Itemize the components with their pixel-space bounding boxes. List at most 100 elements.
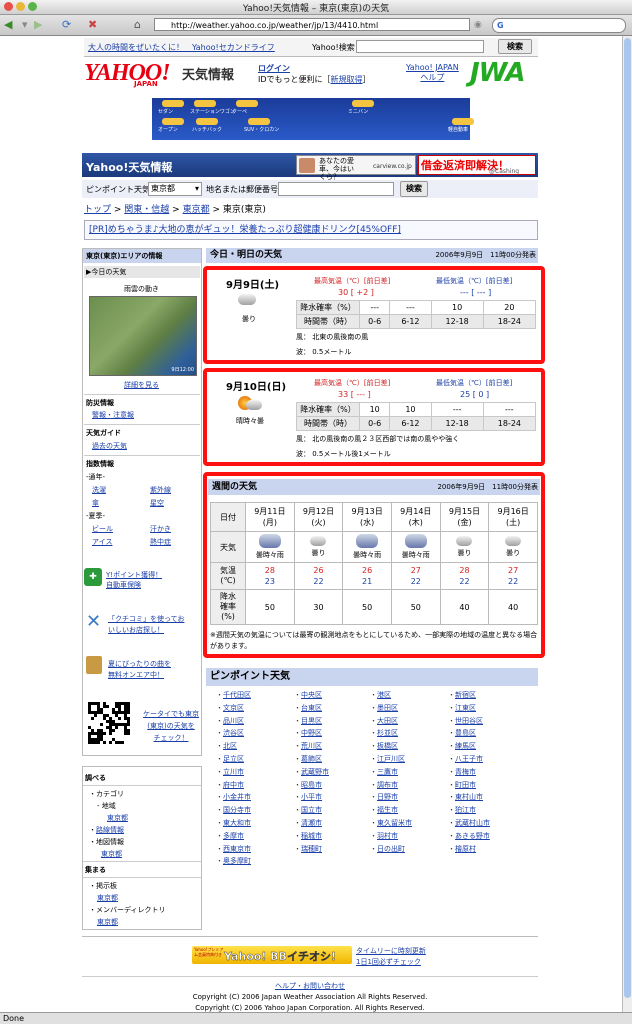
signup-link[interactable]: 新規取得 <box>331 75 363 84</box>
pinpoint-link[interactable]: 国立市 <box>301 806 322 814</box>
pinpoint-link[interactable]: 板橋区 <box>377 742 398 750</box>
pinpoint-link[interactable]: 立川市 <box>223 768 244 776</box>
radar-detail-link[interactable]: 詳細を見る <box>124 380 159 390</box>
google-search-field[interactable]: G <box>492 18 626 33</box>
pinpoint-link[interactable]: 奥多摩町 <box>223 857 251 865</box>
sweat-link[interactable]: 汗かき <box>150 524 171 534</box>
forward-arrow-icon[interactable]: ▶ <box>34 18 42 32</box>
promo-kuchikomi-link[interactable]: 「クチコミ」を使ってお いしいお店探し！ <box>108 614 184 636</box>
car-thumbnail[interactable] <box>352 100 374 107</box>
pinpoint-link[interactable]: 江東区 <box>455 704 476 712</box>
pinpoint-link[interactable]: 檜原村 <box>455 845 476 853</box>
umbrella-link[interactable]: 傘 <box>92 498 99 508</box>
rail-info-link[interactable]: 路線情報 <box>96 826 124 834</box>
pinpoint-link[interactable]: 武蔵村山市 <box>455 819 490 827</box>
promo-music-link[interactable]: 夏にぴったりの曲を 無料オンエア中！ <box>108 659 171 681</box>
car-thumbnail[interactable] <box>196 118 218 125</box>
pinpoint-link[interactable]: 大田区 <box>377 717 398 725</box>
breadcrumb-top[interactable]: トップ <box>84 205 111 215</box>
pinpoint-link[interactable]: 青梅市 <box>455 768 476 776</box>
tokyo-region-link[interactable]: 東京都 <box>107 813 128 823</box>
address-bar[interactable]: http://weather.yahoo.co.jp/weather/jp/13… <box>154 18 470 31</box>
yahoo-japan-link[interactable]: Yahoo! JAPAN <box>406 63 459 72</box>
pinpoint-link[interactable]: 港区 <box>377 691 391 699</box>
stop-icon[interactable]: ✖ <box>88 18 97 32</box>
pinpoint-link[interactable]: 小平市 <box>301 793 322 801</box>
pinpoint-link[interactable]: 昭島市 <box>301 781 322 789</box>
car-thumbnail[interactable] <box>162 118 184 125</box>
pinpoint-link[interactable]: 町田市 <box>455 781 476 789</box>
rss-icon[interactable]: ◉ <box>474 18 482 32</box>
pinpoint-link[interactable]: 荒川区 <box>301 742 322 750</box>
sidebar-item-today[interactable]: ▶今日の天気 <box>84 266 200 278</box>
pinpoint-link[interactable]: 千代田区 <box>223 691 251 699</box>
pinpoint-link[interactable]: 武蔵野市 <box>301 768 329 776</box>
pinpoint-link[interactable]: 清瀬市 <box>301 819 322 827</box>
pinpoint-link[interactable]: 練馬区 <box>455 742 476 750</box>
place-search-button[interactable]: 検索 <box>400 181 428 197</box>
pinpoint-link[interactable]: 江戸川区 <box>377 755 405 763</box>
ice-link[interactable]: アイス <box>92 537 112 547</box>
past-weather-link[interactable]: 過去の天気 <box>92 441 127 451</box>
pinpoint-link[interactable]: 三鷹市 <box>377 768 398 776</box>
car-thumbnail[interactable] <box>236 100 258 107</box>
mobile-weather-link[interactable]: ケータイでも東京 (東京)の天気を チェック！ <box>140 708 202 744</box>
pinpoint-link[interactable]: あきる野市 <box>455 832 490 840</box>
prefecture-select[interactable]: 東京都 ▾ <box>148 182 202 196</box>
radar-map-image[interactable]: 9日12:00 <box>89 296 197 376</box>
scrollbar-thumb[interactable] <box>624 38 631 998</box>
cashing-ad[interactable]: 借金返済即解決！ @Cashing <box>418 155 536 175</box>
jwa-logo[interactable]: JWA <box>470 58 526 88</box>
reload-icon[interactable]: ⟳ <box>62 18 71 32</box>
pinpoint-link[interactable]: 日野市 <box>377 793 398 801</box>
pinpoint-link[interactable]: 稲城市 <box>301 832 322 840</box>
beer-link[interactable]: ビール <box>92 524 113 534</box>
pinpoint-link[interactable]: 中央区 <box>301 691 322 699</box>
car-thumbnail[interactable] <box>248 118 270 125</box>
pinpoint-link[interactable]: 国分寺市 <box>223 806 251 814</box>
pinpoint-link[interactable]: 狛江市 <box>455 806 476 814</box>
pinpoint-link[interactable]: 中野区 <box>301 729 322 737</box>
yahoo-search-button[interactable]: 検索 <box>498 39 532 54</box>
pinpoint-link[interactable]: 羽村市 <box>377 832 398 840</box>
pinpoint-link[interactable]: 葛飾区 <box>301 755 322 763</box>
bb-link-2[interactable]: 1日1回必ずチェック <box>356 957 421 967</box>
car-banner-ad[interactable]: セダン ステーションワゴン クーペ ミニバン オープン ハッチバック SUV・クロカン 軽自動… <box>152 98 474 140</box>
car-thumbnail[interactable] <box>452 118 474 125</box>
pinpoint-link[interactable]: 東大和市 <box>223 819 251 827</box>
pinpoint-link[interactable]: 東久留米市 <box>377 819 412 827</box>
pr-link[interactable]: [PR]めちゃうま♪大地の恵がギュッ！栄養たっぷり超健康ドリンク[45%OFF] <box>89 225 401 235</box>
vertical-scrollbar[interactable] <box>622 36 632 1012</box>
carview-ad[interactable]: あなたの愛車、今はいくら？ carview.co.jp <box>296 155 416 181</box>
tokyo-map-link[interactable]: 東京都 <box>101 849 122 859</box>
help-link[interactable]: ヘルプ <box>420 73 444 82</box>
pinpoint-link[interactable]: 豊島区 <box>455 729 476 737</box>
pinpoint-link[interactable]: 新宿区 <box>455 691 476 699</box>
tokyo-member-link[interactable]: 東京都 <box>97 917 118 927</box>
pinpoint-link[interactable]: 日の出町 <box>377 845 405 853</box>
place-search-input[interactable] <box>278 182 394 196</box>
pinpoint-link[interactable]: 西東京市 <box>223 845 251 853</box>
yahoo-search-input[interactable] <box>356 40 484 53</box>
pinpoint-link[interactable]: 台東区 <box>301 704 322 712</box>
pinpoint-link[interactable]: 調布市 <box>377 781 398 789</box>
pinpoint-link[interactable]: 杉並区 <box>377 729 398 737</box>
chevron-down-icon[interactable]: ▾ <box>22 18 28 32</box>
uv-link[interactable]: 紫外線 <box>150 485 171 495</box>
pinpoint-link[interactable]: 文京区 <box>223 704 244 712</box>
second-life-link[interactable]: 大人の時間をぜいたくに！ Yahoo!セカンドライフ <box>88 42 275 53</box>
back-arrow-icon[interactable]: ◀ <box>4 18 12 32</box>
pinpoint-link[interactable]: 世田谷区 <box>455 717 483 725</box>
laundry-link[interactable]: 洗濯 <box>92 485 106 495</box>
home-icon[interactable]: ⌂ <box>134 18 141 32</box>
pinpoint-link[interactable]: 瑞穂町 <box>301 845 322 853</box>
heatstroke-link[interactable]: 熱中症 <box>150 537 171 547</box>
pinpoint-link[interactable]: 渋谷区 <box>223 729 244 737</box>
login-link[interactable]: ログイン <box>258 64 290 73</box>
car-thumbnail[interactable] <box>194 100 216 107</box>
pinpoint-link[interactable]: 福生市 <box>377 806 398 814</box>
promo-insurance-link[interactable]: Y!ポイント獲得！ 自動車保険 <box>106 570 162 590</box>
pinpoint-link[interactable]: 墨田区 <box>377 704 398 712</box>
breadcrumb-tokyo[interactable]: 東京都 <box>183 205 210 215</box>
car-thumbnail[interactable] <box>162 100 184 107</box>
